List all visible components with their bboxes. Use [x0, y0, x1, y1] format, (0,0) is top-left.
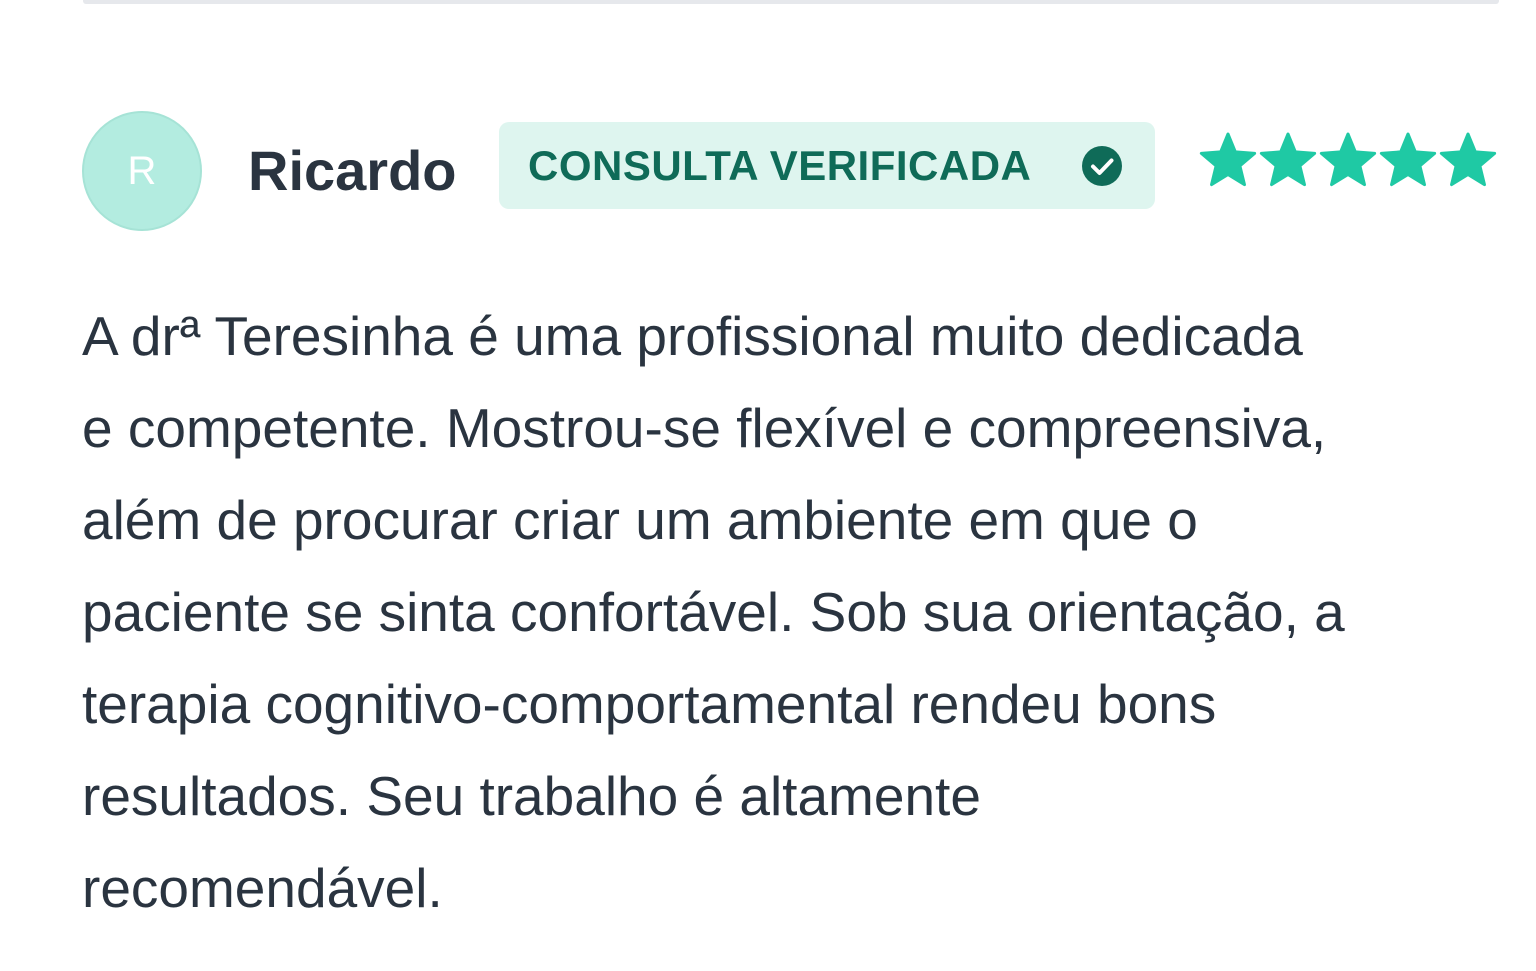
star-icon — [1379, 132, 1437, 187]
top-divider — [83, 0, 1499, 4]
star-icon — [1259, 132, 1317, 187]
review-text: A drª Teresinha é uma profissional muito… — [82, 290, 1512, 934]
review-text-line: recomendável. — [82, 857, 443, 919]
review-text-line: e competente. Mostrou-se flexível e comp… — [82, 397, 1327, 459]
review-text-line: resultados. Seu trabalho é altamente — [82, 765, 981, 827]
star-icon — [1319, 132, 1377, 187]
review-text-line: terapia cognitivo-comportamental rendeu … — [82, 673, 1217, 735]
avatar-initial: R — [127, 149, 157, 193]
avatar: R — [82, 111, 202, 231]
review-text-line: além de procurar criar um ambiente em qu… — [82, 489, 1198, 551]
verified-badge: CONSULTA VERIFICADA — [499, 122, 1155, 209]
star-icon — [1439, 132, 1497, 187]
reviewer-name[interactable]: Ricardo — [248, 139, 457, 203]
check-circle-icon — [1082, 146, 1122, 186]
review-text-line: A drª Teresinha é uma profissional muito… — [82, 305, 1303, 367]
review-text-line: paciente se sinta confortável. Sob sua o… — [82, 581, 1345, 643]
star-icon — [1199, 132, 1257, 187]
rating-stars — [1198, 131, 1498, 191]
review-header: R Ricardo CONSULTA VERIFICADA — [82, 111, 1502, 235]
verified-badge-label: CONSULTA VERIFICADA — [528, 141, 1032, 189]
